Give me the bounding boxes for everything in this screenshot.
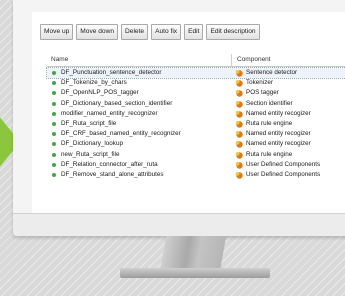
row-component: Ruta rule engine — [246, 120, 293, 127]
row-name: DF_Ruta_script_file — [61, 120, 117, 127]
toolbar: Move up Move down Delete Auto fix Edit E… — [40, 24, 260, 40]
table-row[interactable]: DF_Tokenize_by_charsTokenizerTok — [47, 78, 345, 88]
gear-icon — [235, 121, 243, 128]
row-component: Named entity recogizer — [246, 109, 311, 117]
move-down-button[interactable]: Move down — [76, 24, 119, 40]
gear-icon — [235, 90, 243, 98]
row-component: POS tagger — [246, 89, 279, 97]
gear-icon — [235, 141, 243, 149]
column-divider[interactable] — [231, 54, 232, 66]
gear-icon — [235, 161, 243, 169]
auto-fix-button[interactable]: Auto fix — [151, 24, 182, 40]
row-component: Ruta rule engine — [246, 150, 293, 158]
row-name: DF_Remove_stand_alone_attributes — [61, 171, 164, 178]
status-dot-icon — [52, 91, 56, 96]
row-component: Named entity recogizer — [246, 130, 311, 138]
monitor-bezel — [13, 213, 345, 236]
table-row[interactable]: DF_Punctuation_sentence_detector Sentence… — [46, 67, 345, 79]
row-name: DF_CRF_based_named_entity_recognizer — [61, 130, 181, 138]
column-header-component[interactable]: Component — [237, 56, 271, 63]
row-name: DF_OpenNLP_POS_tagger — [61, 89, 139, 97]
gear-icon — [235, 70, 243, 77]
delete-button[interactable]: Delete — [121, 24, 149, 40]
status-dot-icon — [52, 152, 56, 157]
gear-icon — [235, 131, 243, 138]
row-name: DF_Dictionary_based_section_identifier — [61, 99, 173, 107]
gear-icon — [235, 151, 243, 159]
status-dot-icon — [52, 122, 56, 126]
edit-description-button[interactable]: Edit description — [206, 24, 260, 40]
status-dot-icon — [52, 142, 56, 147]
table-row[interactable]: DF_CRF_based_named_entity_recognizer Name… — [47, 129, 345, 139]
row-name: modifier_named_entity_recognizer — [61, 109, 158, 117]
row-name: new_Ruta_script_file — [61, 150, 120, 158]
table-row[interactable]: DF_Dictionary_based_section_identifier Se… — [47, 99, 345, 109]
table-row[interactable]: DF_OpenNLP_POS_taggerPOS taggerOp — [47, 88, 345, 98]
row-name: DF_Punctuation_sentence_detector — [61, 69, 162, 76]
monitor-frame: Move up Move down Delete Auto fix Edit E… — [13, 0, 345, 236]
monitor-stand-neck — [159, 236, 227, 272]
table-row[interactable]: DF_Remove_stand_alone_attributes User Def… — [47, 170, 345, 180]
row-component: Tokenizer — [246, 79, 273, 87]
row-component: Section identifier — [246, 99, 293, 107]
table-row[interactable]: modifier_named_entity_recognizer Named en… — [47, 109, 345, 119]
status-dot-icon — [52, 101, 56, 106]
gear-icon — [235, 100, 243, 108]
screen: Move up Move down Delete Auto fix Edit E… — [32, 12, 345, 224]
row-component: Named entity recogizer — [246, 140, 311, 148]
gear-icon — [235, 110, 243, 118]
status-dot-icon — [52, 162, 56, 167]
table-row[interactable]: DF_Dictionary_lookup Named entity recogiz… — [47, 139, 345, 149]
status-dot-icon — [52, 111, 56, 116]
status-dot-icon — [52, 173, 56, 177]
row-component: User Defined Components — [246, 171, 321, 178]
status-dot-icon — [52, 71, 56, 75]
status-dot-icon — [52, 132, 56, 137]
row-component: User Defined Components — [246, 160, 321, 168]
row-name: DF_Relation_connector_after_ruta — [61, 160, 158, 168]
row-component: Sentence detector — [246, 69, 298, 76]
status-dot-icon — [52, 81, 56, 86]
monitor-stand-base — [120, 268, 270, 278]
edit-button[interactable]: Edit — [184, 24, 204, 40]
gear-icon — [235, 172, 243, 179]
move-up-button[interactable]: Move up — [40, 24, 74, 40]
gear-icon — [235, 80, 243, 87]
table-header: Name Component De — [47, 54, 345, 67]
row-name: DF_Tokenize_by_chars — [61, 79, 127, 87]
column-header-name[interactable]: Name — [51, 56, 68, 63]
table-row[interactable]: new_Ruta_script_fileRuta rule engineRu — [47, 150, 345, 160]
table-row[interactable]: DF_Ruta_script_fileRuta rule engineRu — [47, 119, 345, 129]
table-row[interactable]: DF_Relation_connector_after_ruta User Def… — [47, 160, 345, 170]
row-name: DF_Dictionary_lookup — [61, 140, 123, 148]
